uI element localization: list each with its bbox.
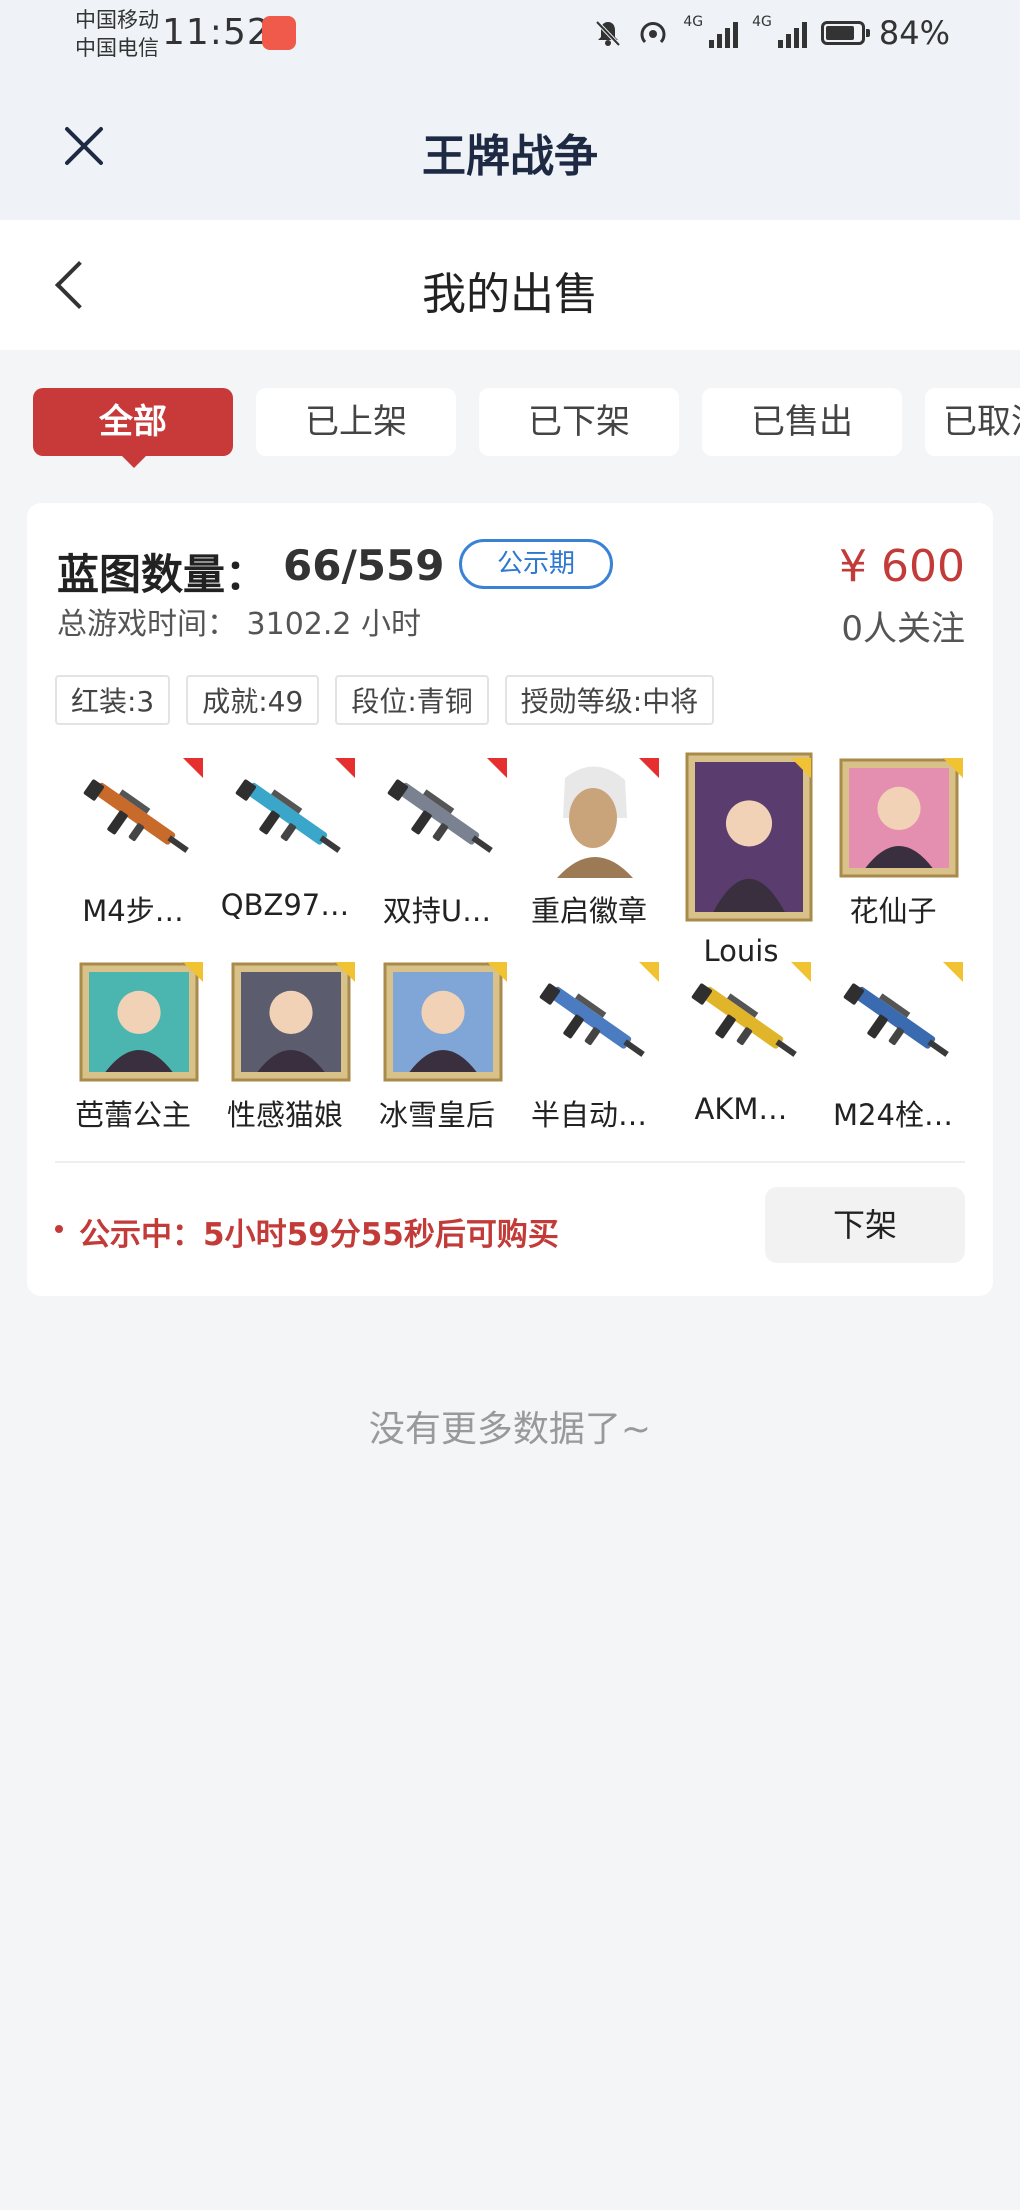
network-type-1: 4G [683,14,704,30]
tag-rank: 段位:青铜 [335,675,489,725]
carrier-1: 中国移动 [75,8,159,32]
blueprint-count: 66/559 [283,541,445,590]
tab-listed[interactable]: 已上架 [256,388,456,456]
character-skin-image [839,758,959,878]
blueprint-label: 蓝图数量： [57,550,268,599]
delist-button[interactable]: 下架 [765,1187,965,1263]
weapon-skin-image [383,758,503,878]
notice-dot [55,1225,63,1233]
signal-icon-2 [777,18,807,48]
item-label: QBZ97… [220,888,350,922]
status-icons: 4G 4G 84% [593,14,950,52]
item-cell[interactable]: AKM… [665,954,817,1158]
battery-icon [820,21,870,45]
character-skin-image [231,962,351,1082]
item-cell[interactable]: 芭蕾公主 [57,954,209,1158]
tag-red-gear: 红装:3 [55,675,171,725]
app-title-bar: 王牌战争 [0,70,1020,220]
item-cell[interactable]: 重启徽章 [513,750,665,954]
item-cell[interactable]: M24栓… [817,954,969,1158]
item-label: 性感猫娘 [226,1098,343,1132]
tab-all[interactable]: 全部 [33,388,233,468]
hotspot-icon [640,22,666,44]
price: ¥ 600 [839,541,965,592]
character-skin-image [535,758,655,878]
item-label: M24栓… [833,1098,953,1132]
weapon-skin-image [535,962,655,1082]
listing-card[interactable]: 蓝图数量： 66/559 公示期 总游戏时间： 3102.2 小时 ¥ 600 … [27,503,993,1296]
weapon-skin-image [231,758,351,878]
item-label: 冰雪皇后 [378,1098,495,1132]
tab-sold[interactable]: 已售出 [702,388,902,456]
rarity-corner-icon [791,758,811,778]
rarity-corner-icon [183,962,203,982]
rarity-corner-icon [639,758,659,778]
item-cell[interactable]: 半自动… [513,954,665,1158]
item-cell[interactable]: Louis [665,750,817,968]
tag-medal-level: 授勋等级:中将 [504,675,715,725]
battery-level [825,26,855,40]
clock: 11:52 [162,12,271,53]
item-label: 重启徽章 [530,894,647,928]
item-cell[interactable]: 性感猫娘 [209,954,361,1158]
rarity-corner-icon [335,962,355,982]
page-title: 我的出售 [422,269,598,320]
item-cell[interactable]: QBZ97… [209,750,361,954]
page-nav-bar: 我的出售 [0,220,1020,350]
weapon-skin-image [839,962,959,1082]
carrier-labels: 中国移动 中国电信 [75,6,159,62]
rarity-corner-icon [943,758,963,778]
tab-delisted[interactable]: 已下架 [479,388,679,456]
carrier-2: 中国电信 [75,36,159,60]
item-label: 半自动… [530,1098,647,1132]
status-bar: 中国移动 中国电信 11:52 4G 4G 84% [0,0,1020,70]
no-more-data: 没有更多数据了~ [368,1409,652,1450]
item-cell[interactable]: 花仙子 [817,750,969,954]
item-label: AKM… [694,1092,788,1126]
rarity-corner-icon [487,758,507,778]
mute-bell-icon [595,20,621,47]
rarity-corner-icon [335,758,355,778]
rarity-corner-icon [183,758,203,778]
character-skin-image [79,962,199,1082]
rarity-corner-icon [639,962,659,982]
item-grid: M4步… QBZ97… 双持U… 重启徽章 Louis 花仙子芭蕾公主 性感猫娘 冰雪皇后 半自… [57,750,981,1158]
status-badge: 公示期 [459,539,613,589]
item-cell[interactable]: 冰雪皇后 [361,954,513,1158]
item-label: 芭蕾公主 [74,1098,191,1132]
item-cell[interactable]: M4步… [57,750,209,954]
battery-percent: 84% [878,14,950,52]
weapon-skin-image [79,758,199,878]
rarity-corner-icon [487,962,507,982]
app-notification-icon [262,16,296,50]
app-title: 王牌战争 [422,131,598,182]
network-type-2: 4G [752,14,772,30]
tab-cancelled[interactable]: 已取消 [925,388,1020,456]
weapon-skin-image [687,962,807,1082]
item-label: 双持U… [382,894,492,928]
tag-list: 红装:3 成就:49 段位:青铜 授勋等级:中将 [55,675,715,725]
character-skin-image [383,962,503,1082]
signal-icon-1 [709,18,739,48]
followers-count: 0人关注 [841,609,965,649]
divider [55,1161,965,1163]
item-label: Louis [703,934,779,968]
rarity-corner-icon [943,962,963,982]
item-label: M4步… [82,894,184,928]
item-label: 花仙子 [849,894,937,928]
playtime: 总游戏时间： 3102.2 小时 [57,607,422,642]
public-notice: 公示中：5小时59分55秒后可购买 [79,1217,559,1253]
tag-achievement: 成就:49 [186,675,320,725]
item-cell[interactable]: 双持U… [361,750,513,954]
filter-tabs: 全部 已上架 已下架 已售出 已取消 [33,388,1020,468]
